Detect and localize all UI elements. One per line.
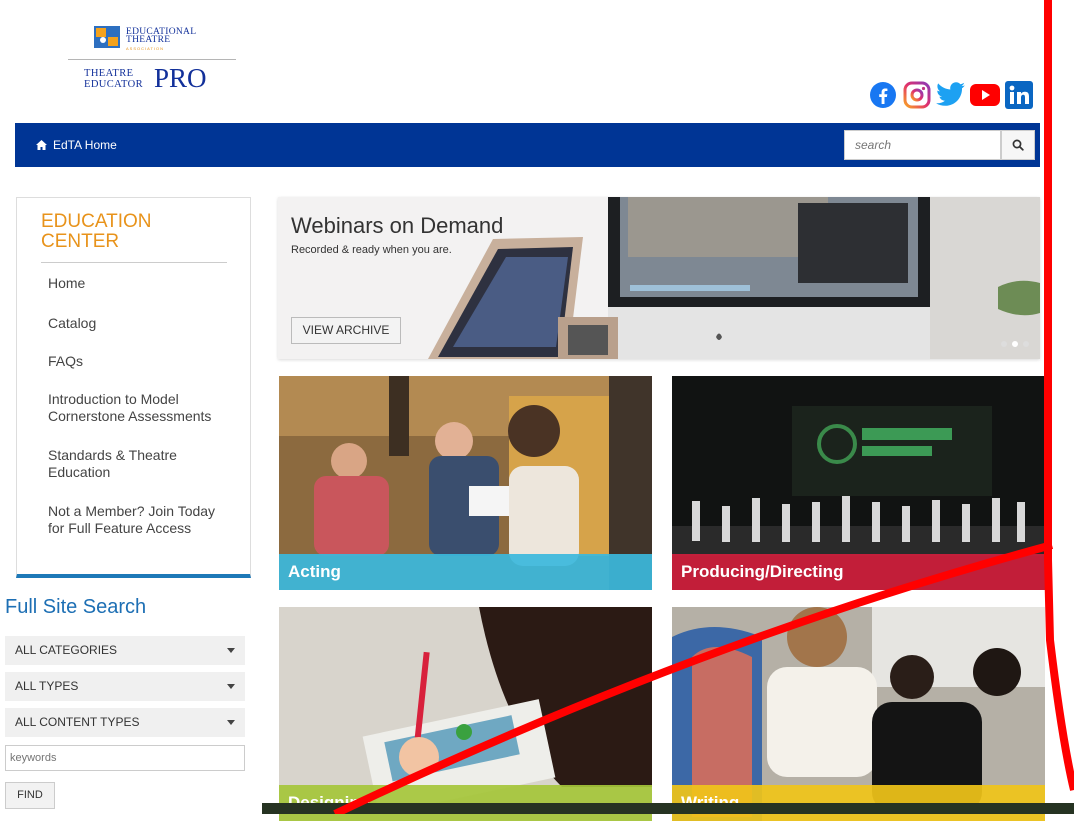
brand-big-text: PRO [154,63,207,93]
sidebar-item-standards[interactable]: Standards & Theatre Education [48,447,198,481]
sidebar-item-join[interactable]: Not a Member? Join Today for Full Featur… [48,503,233,537]
caret-down-icon [227,720,235,725]
caret-down-icon [227,648,235,653]
find-button[interactable]: FIND [5,782,55,809]
education-center-title: EDUCATION CENTER [41,211,152,252]
search-input[interactable] [844,130,1001,160]
main-nav-bar: EdTA Home [15,123,1040,167]
keywords-input[interactable] [5,745,245,771]
edta-home-link[interactable]: EdTA Home [36,138,117,152]
content-types-value: ALL CONTENT TYPES [15,715,140,729]
content-types-dropdown[interactable]: ALL CONTENT TYPES [5,708,245,737]
education-center-panel: EDUCATION CENTER Home Catalog FAQs Intro… [16,197,251,578]
home-icon [36,140,47,150]
banner-subtitle: Recorded & ready when you are. [291,244,452,256]
view-archive-button[interactable]: VIEW ARCHIVE [291,317,401,344]
social-links [868,78,1034,112]
tile-writing[interactable]: Writing [672,607,1045,821]
edta-association-text: ASSOCIATION [126,46,165,51]
carousel-dot[interactable] [1001,341,1007,347]
theatre-educator-pro-logo[interactable]: EDUCATIONAL THEATRE ASSOCIATION THEATRE … [68,22,238,102]
tile-producing-directing[interactable]: Producing/Directing [672,376,1045,590]
types-dropdown[interactable]: ALL TYPES [5,672,245,701]
tile-acting[interactable]: Acting [279,376,652,590]
banner-title: Webinars on Demand [291,213,504,238]
edta-wordmark: EDUCATIONAL THEATRE [126,27,197,45]
brand-small-text: THEATRE EDUCATOR [84,68,144,90]
education-center-divider [41,262,227,263]
logo-divider [68,59,236,60]
carousel-dot-active[interactable] [1012,341,1018,347]
webinars-banner: Webinars on Demand Recorded & ready when… [278,197,1040,359]
sidebar-item-catalog[interactable]: Catalog [48,315,96,332]
carousel-dot[interactable] [1023,341,1029,347]
caret-down-icon [227,684,235,689]
search-button[interactable] [1001,130,1035,160]
instagram-icon[interactable] [902,80,932,110]
tile-acting-label: Acting [279,554,652,590]
categories-value: ALL CATEGORIES [15,643,118,657]
facebook-icon[interactable] [868,80,898,110]
linkedin-icon[interactable] [1004,80,1034,110]
sidebar-item-cornerstone-assessments[interactable]: Introduction to Model Cornerstone Assess… [48,391,228,425]
categories-dropdown[interactable]: ALL CATEGORIES [5,636,245,665]
carousel-dots [1001,341,1029,347]
bottom-dark-bar [262,803,1074,814]
tile-producing-directing-label: Producing/Directing [672,554,1045,590]
tile-designing[interactable]: Designing [279,607,652,821]
youtube-icon[interactable] [970,80,1000,110]
full-site-search-title: Full Site Search [5,596,147,618]
sidebar-item-home[interactable]: Home [48,275,85,292]
edta-home-label: EdTA Home [53,138,117,152]
twitter-icon[interactable] [936,80,966,110]
types-value: ALL TYPES [15,679,79,693]
sidebar-item-faqs[interactable]: FAQs [48,353,83,370]
search-icon [1012,139,1024,151]
edta-logo-mark-icon [94,26,120,48]
